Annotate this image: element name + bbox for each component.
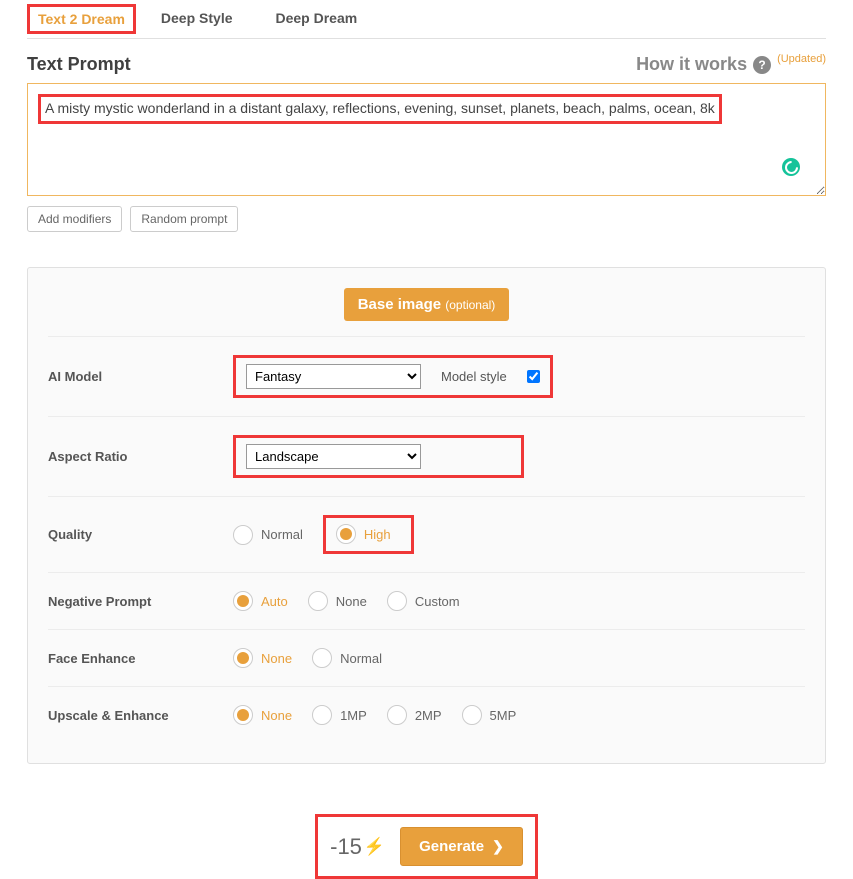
radio-icon bbox=[387, 705, 407, 725]
base-image-button[interactable]: Base image (optional) bbox=[344, 288, 510, 321]
negative-auto[interactable]: Auto bbox=[233, 591, 288, 611]
upscale-none[interactable]: None bbox=[233, 705, 292, 725]
aspect-label: Aspect Ratio bbox=[48, 449, 233, 464]
aspect-select[interactable]: Landscape bbox=[246, 444, 421, 469]
negative-auto-label: Auto bbox=[261, 594, 288, 609]
generate-label: Generate bbox=[419, 838, 484, 855]
add-modifiers-button[interactable]: Add modifiers bbox=[27, 206, 122, 232]
radio-icon bbox=[312, 648, 332, 668]
tab-text2dream[interactable]: Text 2 Dream bbox=[27, 4, 136, 34]
radio-icon bbox=[387, 591, 407, 611]
prompt-wrap: A misty mystic wonderland in a distant g… bbox=[27, 83, 826, 196]
tab-deepdream[interactable]: Deep Dream bbox=[276, 0, 376, 38]
chevron-right-icon: ❯ bbox=[492, 838, 504, 855]
random-prompt-button[interactable]: Random prompt bbox=[130, 206, 238, 232]
upscale-1mp[interactable]: 1MP bbox=[312, 705, 367, 725]
radio-icon bbox=[233, 525, 253, 545]
upscale-none-label: None bbox=[261, 708, 292, 723]
radio-icon bbox=[233, 591, 253, 611]
grammarly-icon[interactable] bbox=[782, 158, 800, 176]
cost-value: -15 bbox=[330, 834, 362, 860]
generate-highlight: -15 ⚡ Generate ❯ bbox=[315, 814, 538, 879]
settings-panel: Base image (optional) AI Model Fantasy M… bbox=[27, 267, 826, 764]
base-image-label: Base image bbox=[358, 296, 441, 313]
row-quality: Quality Normal High bbox=[48, 497, 805, 572]
negative-custom-label: Custom bbox=[415, 594, 460, 609]
upscale-label: Upscale & Enhance bbox=[48, 708, 233, 723]
negative-label: Negative Prompt bbox=[48, 594, 233, 609]
how-it-works-link[interactable]: How it works ? (Updated) bbox=[636, 54, 826, 75]
prompt-actions: Add modifiers Random prompt bbox=[27, 206, 826, 232]
negative-none[interactable]: None bbox=[308, 591, 367, 611]
radio-icon bbox=[233, 705, 253, 725]
face-none-label: None bbox=[261, 651, 292, 666]
mode-tabs: Text 2 Dream Deep Style Deep Dream bbox=[27, 0, 826, 39]
face-normal-label: Normal bbox=[340, 651, 382, 666]
question-icon: ? bbox=[753, 56, 771, 74]
radio-icon bbox=[312, 705, 332, 725]
energy-cost: -15 ⚡ bbox=[330, 834, 385, 860]
updated-badge: (Updated) bbox=[777, 53, 826, 65]
row-negative-prompt: Negative Prompt Auto None Custom bbox=[48, 573, 805, 629]
base-image-optional: (optional) bbox=[445, 298, 495, 312]
radio-icon bbox=[308, 591, 328, 611]
upscale-2mp[interactable]: 2MP bbox=[387, 705, 442, 725]
upscale-2mp-label: 2MP bbox=[415, 708, 442, 723]
radio-icon bbox=[462, 705, 482, 725]
prompt-title: Text Prompt bbox=[27, 54, 131, 75]
row-ai-model: AI Model Fantasy Model style bbox=[48, 337, 805, 416]
quality-label: Quality bbox=[48, 527, 233, 542]
quality-normal-label: Normal bbox=[261, 527, 303, 542]
ai-model-select[interactable]: Fantasy bbox=[246, 364, 421, 389]
generate-button[interactable]: Generate ❯ bbox=[400, 827, 523, 866]
ai-model-label: AI Model bbox=[48, 369, 233, 384]
prompt-textarea[interactable]: A misty mystic wonderland in a distant g… bbox=[27, 83, 826, 196]
radio-icon bbox=[233, 648, 253, 668]
prompt-header: Text Prompt How it works ? (Updated) bbox=[27, 54, 826, 75]
radio-icon bbox=[336, 524, 356, 544]
generate-bar: -15 ⚡ Generate ❯ bbox=[27, 814, 826, 879]
face-normal[interactable]: Normal bbox=[312, 648, 382, 668]
row-upscale: Upscale & Enhance None 1MP 2MP 5MP bbox=[48, 687, 805, 743]
upscale-1mp-label: 1MP bbox=[340, 708, 367, 723]
tab-deepstyle[interactable]: Deep Style bbox=[161, 0, 251, 38]
quality-high-label: High bbox=[364, 527, 391, 542]
row-face-enhance: Face Enhance None Normal bbox=[48, 630, 805, 686]
upscale-5mp[interactable]: 5MP bbox=[462, 705, 517, 725]
row-aspect-ratio: Aspect Ratio Landscape bbox=[48, 417, 805, 496]
how-it-works-label: How it works bbox=[636, 54, 747, 75]
model-style-label: Model style bbox=[441, 369, 507, 384]
bolt-icon: ⚡ bbox=[364, 837, 385, 857]
quality-normal[interactable]: Normal bbox=[233, 525, 303, 545]
upscale-5mp-label: 5MP bbox=[490, 708, 517, 723]
negative-none-label: None bbox=[336, 594, 367, 609]
quality-high[interactable]: High bbox=[336, 524, 391, 544]
negative-custom[interactable]: Custom bbox=[387, 591, 460, 611]
face-none[interactable]: None bbox=[233, 648, 292, 668]
ai-model-highlight: Fantasy Model style bbox=[233, 355, 553, 398]
model-style-checkbox[interactable] bbox=[527, 370, 540, 383]
prompt-text: A misty mystic wonderland in a distant g… bbox=[38, 94, 722, 124]
aspect-highlight: Landscape bbox=[233, 435, 524, 478]
face-label: Face Enhance bbox=[48, 651, 233, 666]
